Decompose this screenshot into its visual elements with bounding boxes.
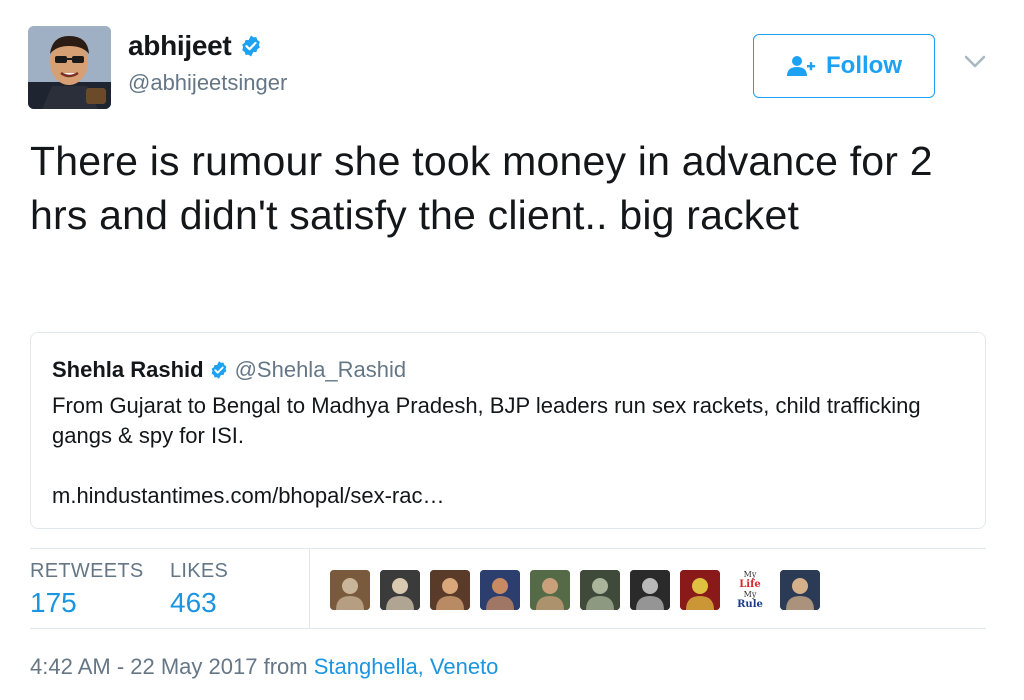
follow-button[interactable]: Follow [753,34,935,98]
quoted-tweet-header: Shehla Rashid @Shehla_Rashid [52,357,406,383]
author-name-row: abhijeet [128,30,263,62]
liker-avatar[interactable] [630,570,670,610]
liker-portrait [630,570,670,610]
verified-badge-icon [211,361,226,379]
likers-avatar-list: My Life My Rule [330,570,830,610]
tweet-text: There is rumour she took money in advanc… [30,138,933,238]
liker-portrait [430,570,470,610]
tweet-timestamp[interactable]: 4:42 AM - 22 May 2017 from [30,654,308,679]
divider [30,628,986,629]
liker-avatar[interactable] [430,570,470,610]
quoted-display-name: Shehla Rashid [52,357,204,382]
liker-avatar-word: Life [739,579,761,590]
quoted-tweet-link: m.hindustantimes.com/bhopal/sex-rac… [52,483,445,508]
liker-avatar[interactable] [330,570,370,610]
liker-portrait [380,570,420,610]
likes-label: LIKES [170,560,229,582]
quoted-tweet-card[interactable]: Shehla Rashid @Shehla_Rashid From Gujara… [30,332,986,529]
retweets-stat[interactable]: RETWEETS 175 [30,560,144,619]
liker-portrait [580,570,620,610]
liker-portrait [480,570,520,610]
liker-avatar[interactable] [680,570,720,610]
liker-avatar-text: My Life My Rule [730,570,770,610]
liker-avatar-word: Rule [737,599,763,610]
tweet-location[interactable]: Stanghella, Veneto [314,654,499,679]
quoted-tweet-text: From Gujarat to Bengal to Madhya Pradesh… [52,393,921,448]
likes-stat[interactable]: LIKES 463 [170,560,228,619]
liker-avatar[interactable] [530,570,570,610]
liker-avatar[interactable]: My Life My Rule [730,570,770,610]
chevron-down-icon[interactable] [964,55,986,69]
liker-avatar[interactable] [780,570,820,610]
liker-avatar[interactable] [380,570,420,610]
divider [309,549,310,628]
likes-count: 463 [170,587,217,618]
author-avatar[interactable] [28,26,111,109]
quoted-handle: @Shehla_Rashid [234,357,407,382]
liker-portrait [530,570,570,610]
retweets-count: 175 [30,587,77,618]
follow-person-plus-icon [787,56,815,76]
follow-button-label: Follow [826,52,902,79]
author-handle[interactable]: @abhijeetsinger [128,70,287,96]
retweets-label: RETWEETS [30,560,144,582]
divider [30,548,986,549]
liker-portrait [680,570,720,610]
tweet-metadata: 4:42 AM - 22 May 2017 from Stanghella, V… [30,654,498,680]
liker-avatar[interactable] [580,570,620,610]
liker-portrait [780,570,820,610]
liker-portrait [330,570,370,610]
liker-avatar[interactable] [480,570,520,610]
author-display-name[interactable]: abhijeet [128,30,232,62]
avatar-portrait [28,26,111,109]
verified-badge-icon [242,35,261,57]
